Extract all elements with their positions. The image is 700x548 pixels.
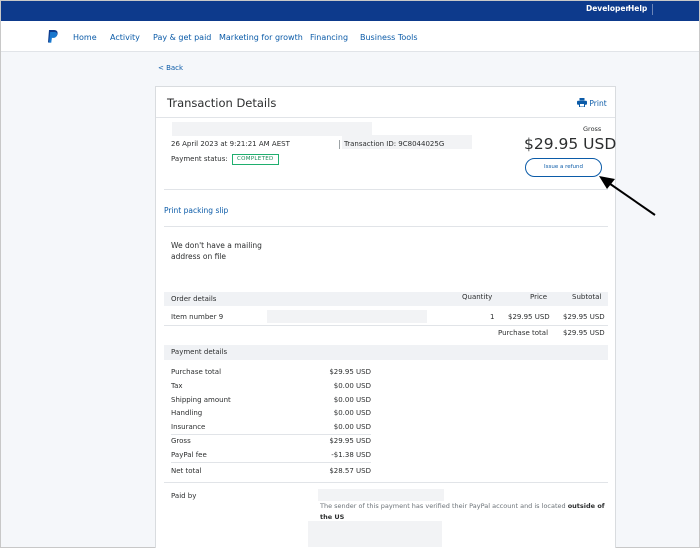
purchase-total-label: Purchase total	[498, 329, 549, 337]
page-title: Transaction Details	[167, 96, 277, 110]
payment-row-label: Purchase total	[171, 368, 222, 376]
gross-amount: $29.95 USD	[524, 135, 617, 153]
payment-row-label: Shipping amount	[171, 396, 231, 404]
main-nav: Home Activity Pay & get paid Marketing f…	[1, 21, 699, 52]
payment-row-label: Gross	[171, 437, 191, 445]
payment-row-value: $28.57 USD	[329, 467, 371, 475]
payment-row-value: $29.95 USD	[329, 437, 371, 445]
payment-row-value: $0.00 USD	[333, 382, 371, 390]
row-divider	[171, 462, 371, 463]
redacted-payer-name	[318, 489, 444, 501]
print-packing-slip-link[interactable]: Print packing slip	[164, 206, 228, 215]
nav-activity[interactable]: Activity	[110, 33, 140, 42]
section-divider	[164, 482, 608, 483]
payment-row-label: PayPal fee	[171, 451, 207, 459]
printer-icon	[577, 98, 587, 108]
status-badge: COMPLETED	[232, 154, 279, 165]
payment-row-label: Insurance	[171, 423, 206, 431]
payment-details-header: Payment details	[171, 348, 228, 356]
payment-row-value: $0.00 USD	[333, 396, 371, 404]
section-divider	[164, 189, 608, 190]
nav-financing[interactable]: Financing	[310, 33, 348, 42]
payment-header-band	[164, 345, 608, 360]
item-price: $29.95 USD	[508, 313, 550, 321]
meta-divider	[339, 140, 340, 149]
row-divider	[171, 434, 371, 435]
help-link[interactable]: Help	[628, 4, 647, 13]
purchase-total-value: $29.95 USD	[563, 329, 605, 337]
item-quantity: 1	[490, 313, 495, 321]
paid-by-label: Paid by	[171, 492, 197, 500]
transaction-datetime: 26 April 2023 at 9:21:21 AM AEST	[171, 140, 290, 148]
gross-label: Gross	[583, 125, 602, 133]
payment-row-label: Tax	[171, 382, 183, 390]
section-divider	[164, 226, 608, 227]
paypal-logo-icon[interactable]	[47, 30, 58, 43]
nav-business-tools[interactable]: Business Tools	[360, 33, 418, 42]
quantity-header: Quantity	[462, 293, 493, 301]
mailing-address-note: We don't have a mailing address on file	[171, 241, 262, 261]
payment-row-value: $29.95 USD	[329, 368, 371, 376]
item-subtotal: $29.95 USD	[563, 313, 605, 321]
developer-link[interactable]: Developer	[586, 4, 629, 13]
print-label: Print	[589, 99, 607, 108]
payment-row-label: Net total	[171, 467, 202, 475]
nav-pay-and-get-paid[interactable]: Pay & get paid	[153, 33, 211, 42]
annotation-arrow-icon	[599, 176, 656, 216]
redacted-name	[172, 122, 372, 136]
redacted-item-description	[267, 310, 427, 323]
row-divider	[164, 325, 608, 326]
subtotal-header: Subtotal	[572, 293, 602, 301]
print-button[interactable]: Print	[577, 98, 607, 108]
payment-row-value: $0.00 USD	[333, 409, 371, 417]
transaction-id: Transaction ID: 9C8044025G	[344, 140, 445, 148]
topbar-divider	[652, 4, 653, 15]
payer-verification-note: The sender of this payment has verified …	[320, 501, 610, 523]
payment-status-label: Payment status:	[171, 155, 228, 163]
order-details-header: Order details	[171, 295, 217, 303]
transaction-card: Transaction Details Print 26 April 2023 …	[155, 86, 616, 548]
redacted-payer-details	[308, 521, 442, 547]
nav-marketing-for-growth[interactable]: Marketing for growth	[219, 33, 303, 42]
top-bar: Developer Help	[1, 1, 699, 21]
payment-row-value: -$1.38 USD	[331, 451, 371, 459]
back-link[interactable]: < Back	[158, 64, 183, 72]
price-header: Price	[530, 293, 548, 301]
item-name: Item number 9	[171, 313, 224, 321]
title-divider	[156, 117, 615, 118]
payer-note-text: The sender of this payment has verified …	[320, 502, 568, 510]
nav-home[interactable]: Home	[73, 33, 97, 42]
payment-row-value: $0.00 USD	[333, 423, 371, 431]
payment-row-label: Handling	[171, 409, 203, 417]
